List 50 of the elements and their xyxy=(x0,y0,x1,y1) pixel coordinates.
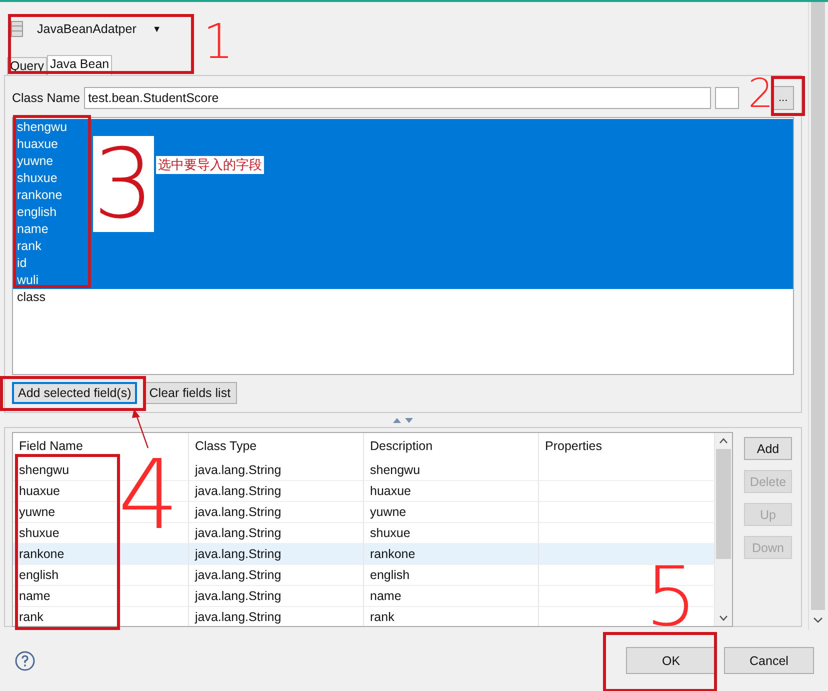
table-cell: java.lang.String xyxy=(189,607,364,626)
field-list-item[interactable]: wuli xyxy=(13,272,793,289)
scroll-thumb[interactable] xyxy=(716,449,731,559)
field-list-item[interactable]: id xyxy=(13,255,793,272)
annotation-number: 2 xyxy=(748,74,774,114)
table-cell: rank xyxy=(13,607,189,626)
scroll-thumb[interactable] xyxy=(811,2,825,610)
table-cell: java.lang.String xyxy=(189,460,364,480)
class-name-label: Class Name xyxy=(12,91,80,105)
side-button[interactable]: Add xyxy=(744,437,792,460)
table-cell: rankone xyxy=(13,544,189,564)
field-list-item[interactable]: shengwu xyxy=(13,119,793,136)
table-cell: shuxue xyxy=(364,523,539,543)
table-cell: java.lang.String xyxy=(189,565,364,585)
table-cell: english xyxy=(364,565,539,585)
annotation-number: 3 xyxy=(93,136,154,232)
table-cell: english xyxy=(13,565,189,585)
column-header[interactable]: Description xyxy=(364,433,539,460)
column-header[interactable]: Class Type xyxy=(189,433,364,460)
annotation-number: 1 xyxy=(203,18,234,66)
table-cell: rankone xyxy=(364,544,539,564)
table-cell: java.lang.String xyxy=(189,502,364,522)
field-list-item[interactable]: name xyxy=(13,221,793,238)
table-cell: yuwne xyxy=(364,502,539,522)
dialog-button[interactable]: Cancel xyxy=(724,647,814,674)
database-icon xyxy=(11,21,23,37)
table-cell: shengwu xyxy=(364,460,539,480)
annotation-box xyxy=(771,76,805,116)
dialog-button[interactable]: OK xyxy=(626,647,716,674)
blank-field[interactable] xyxy=(715,87,740,109)
table-cell: java.lang.String xyxy=(189,586,364,606)
browse-button[interactable]: ... xyxy=(772,86,794,110)
adapter-name[interactable]: JavaBeanAdatper xyxy=(37,22,136,36)
table-cell: name xyxy=(364,586,539,606)
help-icon[interactable] xyxy=(15,650,35,670)
sash-arrows-icon[interactable] xyxy=(392,417,414,423)
class-name-field[interactable]: test.bean.StudentScore xyxy=(84,87,712,109)
field-list-item[interactable]: rank xyxy=(13,238,793,255)
dropdown-caret[interactable]: ▼ xyxy=(152,24,162,34)
table-cell: rank xyxy=(364,607,539,626)
field-button[interactable]: Add selected field(s) xyxy=(12,382,138,404)
table-cell: huaxue xyxy=(364,481,539,501)
field-list-item[interactable]: class xyxy=(13,289,793,306)
table-cell: java.lang.String xyxy=(189,544,364,564)
annotation-note: 选中要导入的字段 xyxy=(156,156,264,174)
table-cell: java.lang.String xyxy=(189,481,364,501)
table-row[interactable]: rankone java.lang.String rankone xyxy=(13,544,715,565)
table-cell: java.lang.String xyxy=(189,523,364,543)
table-cell: name xyxy=(13,586,189,606)
field-button[interactable]: Clear fields list xyxy=(143,382,237,404)
